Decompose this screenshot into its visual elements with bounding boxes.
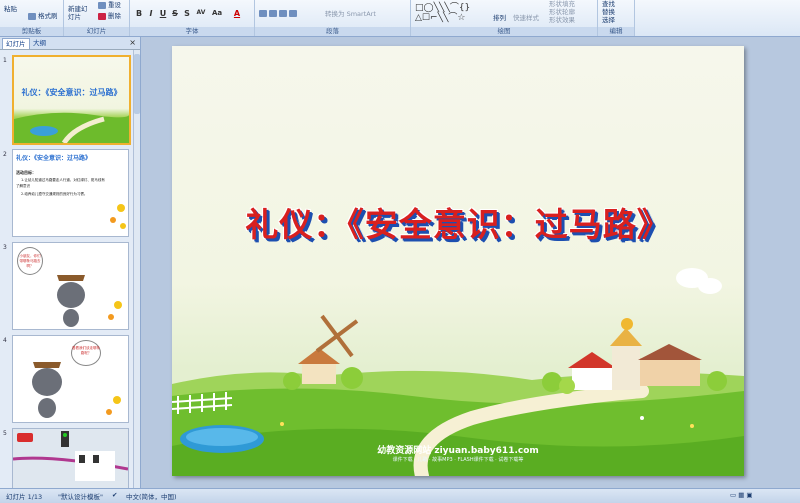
- editing-group: 查找 替换 选择 编辑: [598, 0, 635, 36]
- tab-slides[interactable]: 幻灯片: [2, 38, 30, 49]
- change-case-button[interactable]: Aa: [212, 9, 222, 17]
- slide-thumbnail-5[interactable]: [12, 428, 129, 490]
- pane-tabs: 幻灯片 大纲 ×: [0, 37, 140, 50]
- current-slide[interactable]: 礼仪：《安全意识：过马路》 幼教资源网站 ziyuan.baby611.com …: [172, 46, 744, 476]
- quick-styles-button[interactable]: 快速样式: [513, 14, 539, 22]
- close-pane-icon[interactable]: ×: [129, 38, 136, 47]
- clipboard-group-label: 剪贴板: [0, 27, 63, 36]
- flower-decoration: [110, 204, 126, 229]
- slide-thumbnail-4[interactable]: 看看我们该走哪条路呢？: [12, 335, 129, 423]
- font-color-button[interactable]: A: [232, 9, 242, 18]
- align-center-icon: [269, 9, 277, 17]
- slide-thumbnail-3[interactable]: 小朋友，你们带哪条马路去啊？: [12, 242, 129, 330]
- spellcheck-icon[interactable]: ✔: [112, 491, 117, 499]
- thumb-number: 4: [3, 337, 7, 344]
- delete-icon: [98, 12, 106, 20]
- view-buttons[interactable]: ▭ ▦ ▣: [730, 491, 753, 499]
- thumb-number: 3: [3, 244, 7, 251]
- shadow-button[interactable]: S: [182, 9, 192, 18]
- underline-button[interactable]: U: [158, 9, 168, 18]
- arrange-button[interactable]: 排列: [493, 14, 506, 22]
- align-buttons[interactable]: [259, 9, 299, 17]
- font-group: B I U S S AV Aa A 字体: [130, 0, 255, 36]
- bold-button[interactable]: B: [134, 9, 144, 18]
- site-subtitle: 课件下载 · 儿歌 · 故事MP3 · FLASH课件下载 · 试卷下载等: [392, 457, 524, 463]
- scrollbar-thumb[interactable]: [134, 54, 140, 114]
- font-group-label: 字体: [130, 27, 254, 36]
- slide-count: 幻灯片 1/13: [6, 493, 43, 501]
- shape-effects-button[interactable]: 形状效果: [549, 16, 575, 24]
- slide-title[interactable]: 礼仪：《安全意识：过马路》: [172, 198, 744, 246]
- pane-scrollbar[interactable]: [133, 50, 140, 488]
- clipboard-group: 粘贴 格式刷 剪贴板: [0, 0, 64, 36]
- thumb-number: 5: [3, 430, 7, 437]
- slide-editor: 礼仪：《安全意识：过马路》 幼教资源网站 ziyuan.baby611.com …: [141, 37, 800, 488]
- shape-fill-button[interactable]: 形状填充: [549, 0, 575, 8]
- slide-thumbnail-2[interactable]: 礼仪：《安全意识：过马路》 活动目标： 1.让幼儿知道过马路要走人行道，对红绿灯…: [12, 149, 129, 237]
- brush-icon: [28, 12, 36, 20]
- delete-slide-button[interactable]: 删除: [98, 12, 121, 20]
- strikethrough-button[interactable]: S: [170, 9, 180, 18]
- paragraph-group-label: 段落: [255, 27, 410, 36]
- wolf-cartoon: [57, 275, 122, 327]
- slides-group-label: 幻灯片: [64, 27, 129, 36]
- drawing-group: □◯╲╲╲⌒{} △☐⌐╲╲⌒☆ 排列 快速样式 形状填充 形状轮廓 形状效果 …: [411, 0, 598, 36]
- thumb-number: 1: [3, 57, 7, 64]
- new-slide-button[interactable]: 新建幻灯片: [68, 5, 90, 21]
- replace-button[interactable]: 替换: [602, 8, 615, 16]
- traffic-scene: [13, 429, 128, 489]
- editing-group-label: 编辑: [598, 27, 634, 36]
- tab-outline[interactable]: 大纲: [30, 38, 49, 48]
- find-button[interactable]: 查找: [602, 0, 615, 8]
- paste-button[interactable]: 粘贴: [4, 5, 17, 13]
- slide-thumbnail-1[interactable]: 礼仪：《安全意识：过马路》: [12, 55, 131, 145]
- slide-landscape: [172, 268, 744, 476]
- justify-icon: [289, 9, 297, 17]
- reset-icon: [98, 1, 106, 9]
- shapes-gallery-row2[interactable]: △☐⌐╲╲⌒☆: [415, 10, 465, 23]
- select-button[interactable]: 选择: [602, 16, 615, 24]
- wolf-cartoon: [32, 362, 121, 418]
- shape-outline-button[interactable]: 形状轮廓: [549, 8, 575, 16]
- drawing-group-label: 绘图: [411, 27, 597, 36]
- reset-slide-button[interactable]: 重设: [98, 1, 121, 9]
- language: 中文(简体，中国): [126, 493, 177, 501]
- paragraph-group: 转换为 SmartArt 段落: [255, 0, 411, 36]
- align-left-icon: [259, 9, 267, 17]
- convert-smartart-button[interactable]: 转换为 SmartArt: [325, 10, 376, 18]
- status-bar: 幻灯片 1/13 "默认设计模板" ✔ 中文(简体，中国) ▭ ▦ ▣: [0, 488, 800, 503]
- align-right-icon: [279, 9, 287, 17]
- slides-group: 新建幻灯片 重设 删除 幻灯片: [64, 0, 130, 36]
- thumb-number: 2: [3, 151, 7, 158]
- ribbon: 粘贴 格式刷 剪贴板 新建幻灯片 重设 删除 幻灯片 B I U S S AV …: [0, 0, 800, 37]
- site-name: 幼教资源网站 ziyuan.baby611.com: [377, 446, 539, 456]
- slides-pane: 幻灯片 大纲 × 1 礼仪：《安全意识：过马路》 2 礼仪：《安全意识：过马路》…: [0, 37, 141, 490]
- thumb-landscape: [14, 112, 129, 143]
- italic-button[interactable]: I: [146, 9, 156, 18]
- char-spacing-button[interactable]: AV: [196, 9, 206, 16]
- format-painter-button[interactable]: 格式刷: [28, 12, 58, 20]
- theme-name: "默认设计模板": [58, 493, 103, 501]
